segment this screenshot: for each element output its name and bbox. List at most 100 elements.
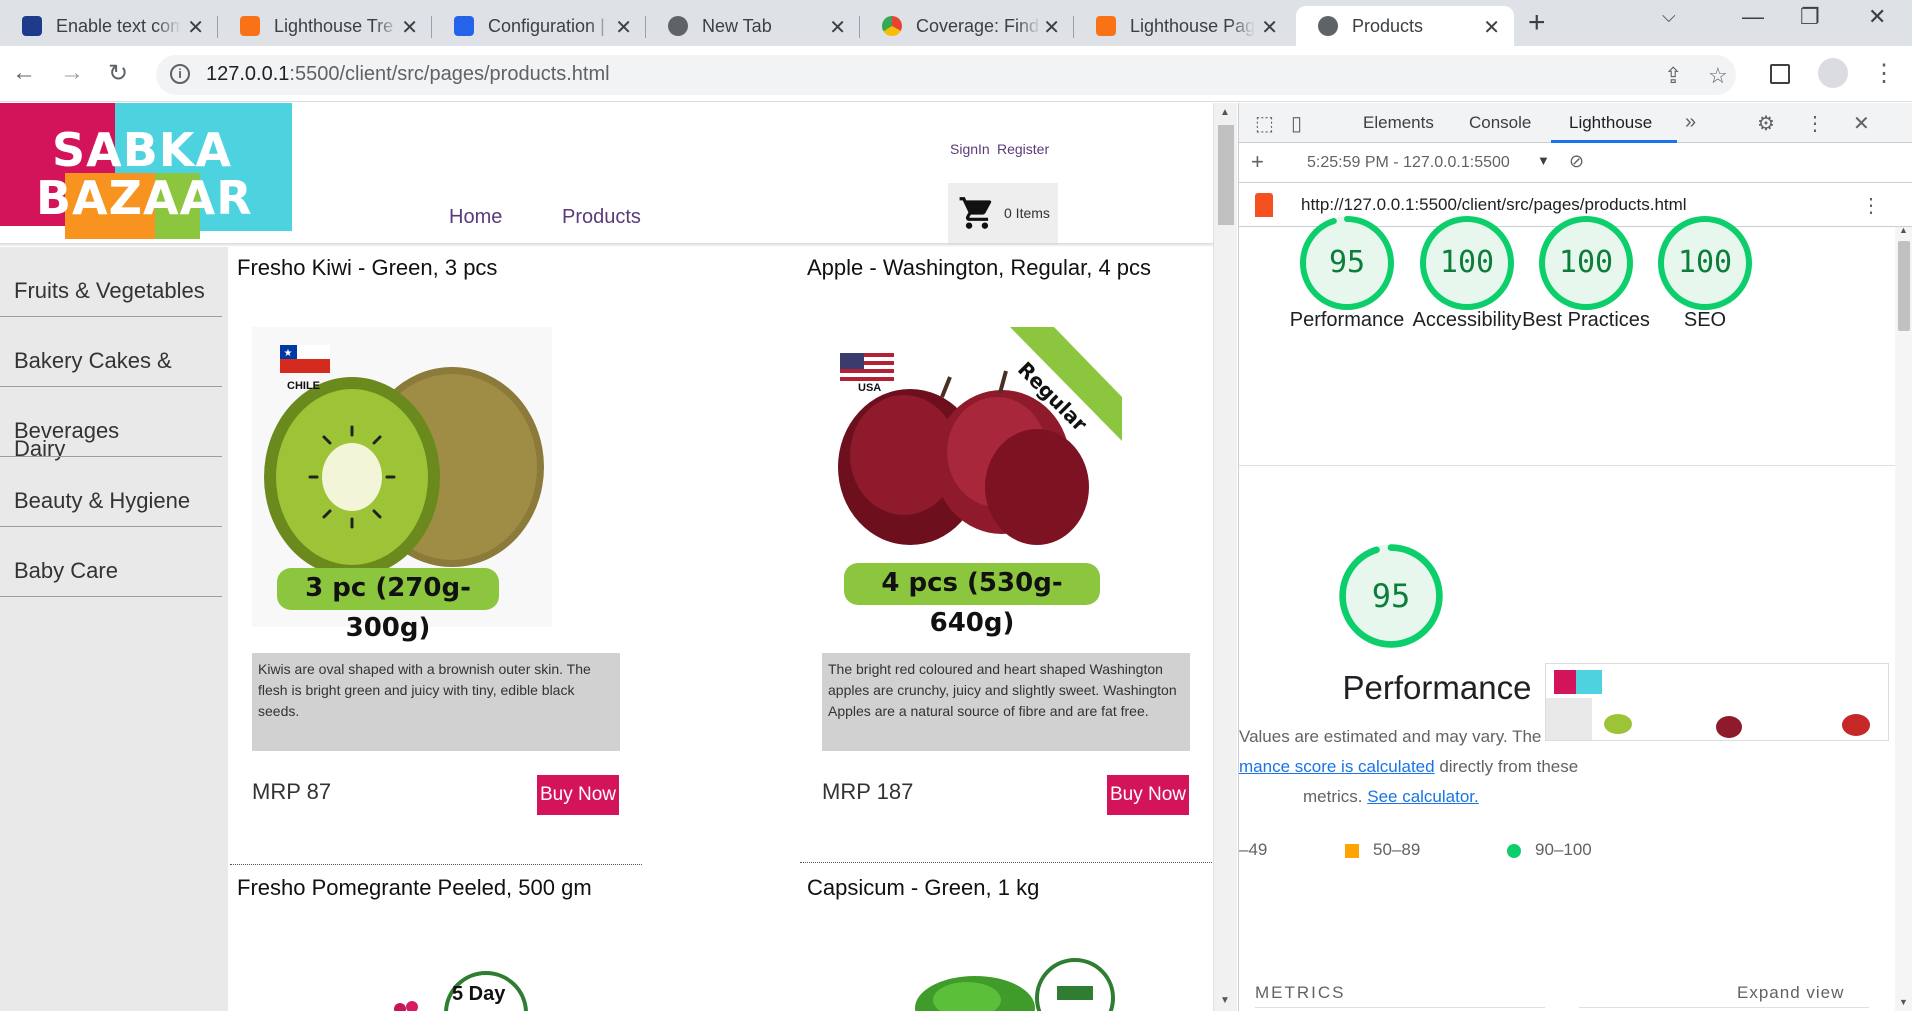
globe-icon <box>1318 16 1338 36</box>
product-price: MRP 87 <box>252 779 332 804</box>
pack-size-label: 3 pc (270g-300g) <box>277 568 499 643</box>
tab-search-icon[interactable]: ⌵ <box>1662 6 1676 27</box>
clear-icon[interactable]: ⊘ <box>1569 151 1584 172</box>
close-icon[interactable]: ✕ <box>615 15 632 40</box>
category-item[interactable]: Beauty & Hygiene <box>0 457 222 527</box>
nav-products[interactable]: Products <box>562 206 641 229</box>
tab-title: Enable text com <box>56 15 181 36</box>
logo-text: BAZAAR <box>36 171 253 225</box>
profile-avatar[interactable] <box>1818 58 1848 88</box>
back-icon[interactable]: ← <box>12 59 36 87</box>
browser-tab[interactable]: Coverage: Find ✕ <box>860 6 1074 46</box>
report-menu-icon[interactable]: ⋮ <box>1861 193 1881 218</box>
performance-note: Values are estimated and may vary. The <box>1239 727 1542 746</box>
country-label: CHILE <box>287 380 320 392</box>
score-calculation-link[interactable]: mance score is calculated <box>1239 757 1435 776</box>
scroll-down-icon[interactable]: ▼ <box>1899 997 1908 1007</box>
buy-now-button[interactable]: Buy Now <box>537 775 619 815</box>
new-tab-button[interactable]: + <box>1528 6 1546 40</box>
close-icon[interactable]: ✕ <box>1043 15 1060 40</box>
add-icon[interactable]: + <box>1251 149 1264 175</box>
side-panel-icon[interactable] <box>1770 64 1790 84</box>
scroll-up-icon[interactable]: ▲ <box>1899 225 1908 235</box>
capsicum-product-image <box>915 958 1115 1011</box>
signin-link[interactable]: SignIn <box>950 141 990 157</box>
browser-tab[interactable]: Enable text com ✕ <box>0 6 218 46</box>
category-item[interactable]: Baby Care <box>0 527 222 597</box>
close-window-icon[interactable]: ✕ <box>1868 4 1886 30</box>
restore-icon[interactable]: ❐ <box>1800 4 1820 30</box>
web-page: SABKA BAZAAR SignIn Register Home Produc… <box>0 103 1213 1011</box>
close-icon[interactable]: ✕ <box>187 15 204 40</box>
product-price: MRP 187 <box>822 779 914 804</box>
report-selector[interactable]: 5:25:59 PM - 127.0.0.1:5500 <box>1307 154 1510 172</box>
close-icon[interactable]: ✕ <box>401 15 418 40</box>
cart-button[interactable]: 0 Items <box>948 183 1058 245</box>
gear-icon[interactable]: ⚙ <box>1757 111 1775 136</box>
address-bar[interactable]: i 127.0.0.1:5500/client/src/pages/produc… <box>156 55 1736 95</box>
page-scrollbar[interactable]: ▲ ▼ <box>1213 103 1237 1011</box>
info-icon[interactable]: i <box>170 64 190 84</box>
browser-tab[interactable]: Lighthouse Pag ✕ <box>1074 6 1292 46</box>
url-text[interactable]: 127.0.0.1:5500/client/src/pages/products… <box>206 63 610 86</box>
product-description: Kiwis are oval shaped with a brownish ou… <box>252 653 620 751</box>
scroll-up-icon[interactable]: ▲ <box>1220 107 1230 118</box>
browser-toolbar: ← → ↻ i 127.0.0.1:5500/client/src/pages/… <box>0 46 1912 102</box>
star-icon[interactable]: ☆ <box>1708 63 1728 89</box>
tab-console[interactable]: Console <box>1469 113 1531 133</box>
minimize-icon[interactable]: — <box>1742 4 1764 30</box>
report-toolbar: + 5:25:59 PM - 127.0.0.1:5500 ▼ ⊘ <box>1239 143 1912 183</box>
browser-tab-strip: Enable text com ✕ Lighthouse Tre ✕ Confi… <box>0 0 1912 46</box>
menu-icon[interactable]: ⋮ <box>1872 59 1896 88</box>
performance-title: Performance <box>1342 669 1532 706</box>
product-title: Fresho Kiwi - Green, 3 pcs <box>237 255 498 280</box>
menu-icon[interactable]: ⋮ <box>1805 111 1825 136</box>
scrollbar-thumb[interactable] <box>1898 241 1910 331</box>
share-icon[interactable]: ⇪ <box>1664 63 1682 89</box>
close-icon[interactable]: ✕ <box>829 15 846 40</box>
site-logo[interactable]: SABKA BAZAAR <box>0 103 292 239</box>
nav-home[interactable]: Home <box>449 206 502 229</box>
category-item[interactable]: Fruits & Vegetables <box>0 247 222 317</box>
dropdown-icon[interactable]: ▼ <box>1537 153 1550 168</box>
performance-score: 95 <box>1371 577 1411 615</box>
category-item[interactable]: Beverages <box>0 387 222 457</box>
score-value: 95 <box>1328 245 1366 280</box>
browser-tab[interactable]: Lighthouse Tre ✕ <box>218 6 432 46</box>
product-description: The bright red coloured and heart shaped… <box>822 653 1190 751</box>
browser-tab[interactable]: New Tab ✕ <box>646 6 860 46</box>
cart-icon <box>959 197 992 229</box>
scrollbar-thumb[interactable] <box>1218 125 1234 225</box>
device-toolbar-icon[interactable]: ▯ <box>1291 111 1302 136</box>
cart-count: 0 Items <box>1004 205 1050 221</box>
product-title: Fresho Pomegrante Peeled, 500 gm <box>237 875 592 900</box>
devtools-scrollbar[interactable]: ▲ ▼ <box>1895 225 1912 1011</box>
close-icon[interactable]: ✕ <box>1261 15 1278 40</box>
inspect-element-icon[interactable]: ⬚ <box>1255 111 1274 136</box>
tab-title: New Tab <box>702 15 772 36</box>
browser-tab-active[interactable]: Products ✕ <box>1296 6 1514 46</box>
tab-title: Lighthouse Pag <box>1130 15 1255 36</box>
lighthouse-icon <box>1255 193 1273 217</box>
tab-elements[interactable]: Elements <box>1363 113 1434 133</box>
reload-icon[interactable]: ↻ <box>108 59 128 88</box>
forward-icon[interactable]: → <box>60 59 84 87</box>
scroll-down-icon[interactable]: ▼ <box>1220 995 1230 1006</box>
cube-icon <box>454 16 474 36</box>
close-icon[interactable]: ✕ <box>1483 15 1500 40</box>
score-value: 100 <box>1677 245 1733 280</box>
report-url[interactable]: http://127.0.0.1:5500/client/src/pages/p… <box>1301 195 1687 215</box>
pack-size-label: 4 pcs (530g-640g) <box>844 563 1100 638</box>
buy-now-button[interactable]: Buy Now <box>1107 775 1189 815</box>
register-link[interactable]: Register <box>997 141 1049 157</box>
expand-view-toggle[interactable]: Expand view <box>1737 983 1844 1003</box>
see-calculator-link[interactable]: See calculator. <box>1367 787 1479 806</box>
score-value: 100 <box>1439 245 1495 280</box>
close-icon[interactable]: ✕ <box>1853 111 1870 136</box>
freshness-badge: 5 Day <box>452 983 506 1005</box>
more-tabs-icon[interactable]: » <box>1685 111 1696 134</box>
page-screenshot-thumbnail[interactable] <box>1545 663 1889 741</box>
tab-lighthouse[interactable]: Lighthouse <box>1569 113 1652 133</box>
category-item[interactable]: Bakery Cakes & Dairy <box>0 317 222 461</box>
browser-tab[interactable]: Configuration | ✕ <box>432 6 646 46</box>
